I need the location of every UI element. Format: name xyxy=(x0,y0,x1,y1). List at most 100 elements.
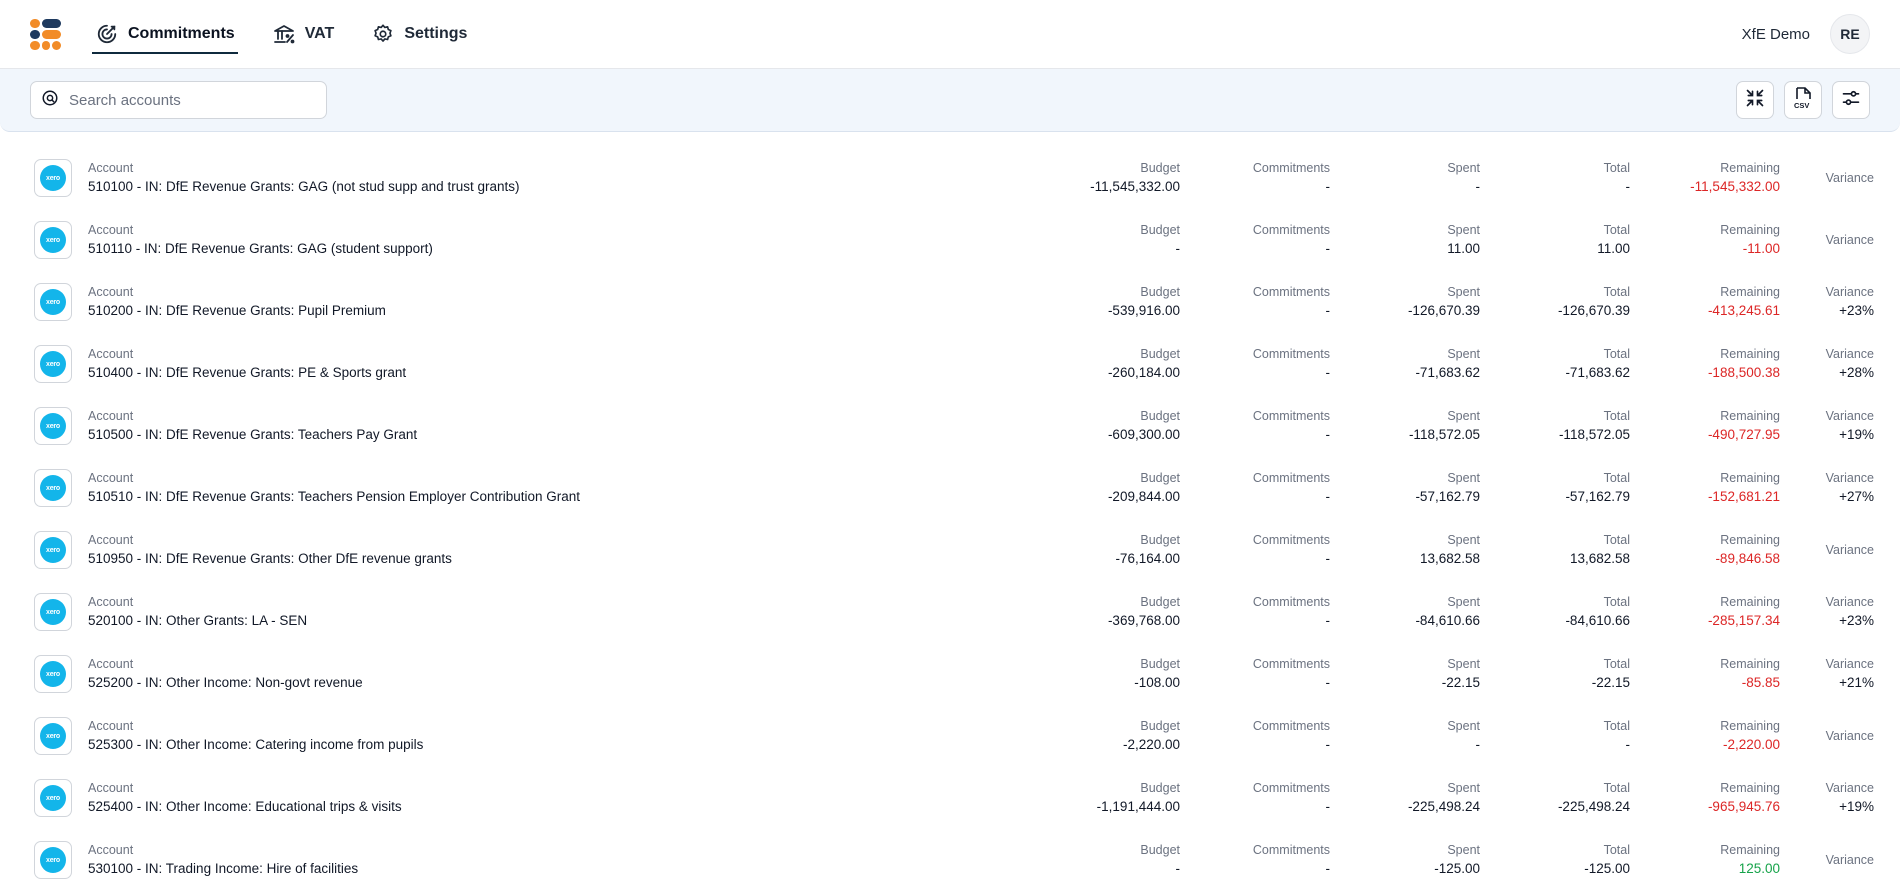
account-label: Account xyxy=(88,347,134,361)
csv-export-button[interactable]: CSV xyxy=(1784,81,1822,119)
account-row[interactable]: xero Account 510100 - IN: DfE Revenue Gran… xyxy=(0,147,1900,209)
total-cell: Total 13,682.58 xyxy=(1570,532,1630,568)
collapse-button[interactable] xyxy=(1736,81,1774,119)
commitments-label: Commitments xyxy=(1252,409,1330,423)
spent-value: -84,610.66 xyxy=(1415,613,1480,628)
account-label: Account xyxy=(88,161,134,175)
remaining-value: -188,500.38 xyxy=(1707,365,1780,380)
search-box[interactable] xyxy=(30,81,327,119)
account-label: Account xyxy=(88,409,134,423)
account-name[interactable]: 530100 - IN: Trading Income: Hire of fac… xyxy=(88,859,988,878)
account-name[interactable]: 510100 - IN: DfE Revenue Grants: GAG (no… xyxy=(88,177,988,196)
variance-cell: Variance +23% xyxy=(1826,594,1874,630)
account-row[interactable]: xero Account 525300 - IN: Other Income: Ca… xyxy=(0,705,1900,767)
spent-label: Spent xyxy=(1447,595,1480,609)
total-value: -118,572.05 xyxy=(1558,427,1630,442)
commitments-value: - xyxy=(1325,179,1331,194)
budget-label: Budget xyxy=(1140,471,1180,485)
app-logo[interactable] xyxy=(30,18,61,50)
commitments-cell: Commitments - xyxy=(1253,346,1330,382)
spent-value: - xyxy=(1475,179,1481,194)
account-row[interactable]: xero Account 525200 - IN: Other Income: No… xyxy=(0,643,1900,705)
budget-cell: Budget -539,916.00 xyxy=(1108,284,1180,320)
account-cell: Account 510110 - IN: DfE Revenue Grants: … xyxy=(88,222,988,258)
filter-settings-button[interactable] xyxy=(1832,81,1870,119)
spent-label: Spent xyxy=(1447,347,1480,361)
budget-cell: Budget -369,768.00 xyxy=(1108,594,1180,630)
account-row[interactable]: xero Account 510500 - IN: DfE Revenue Gran… xyxy=(0,395,1900,457)
commitments-label: Commitments xyxy=(1252,347,1330,361)
remaining-label: Remaining xyxy=(1720,533,1780,547)
xero-logo-icon: xero xyxy=(34,345,72,383)
account-row[interactable]: xero Account 525400 - IN: Other Income: Ed… xyxy=(0,767,1900,829)
xero-logo-icon: xero xyxy=(34,283,72,321)
search-input[interactable] xyxy=(69,91,316,109)
total-cell: Total -126,670.39 xyxy=(1558,284,1630,320)
total-value: -57,162.79 xyxy=(1565,489,1630,504)
account-label: Account xyxy=(88,781,134,795)
total-cell: Total - xyxy=(1604,718,1630,754)
search-icon xyxy=(41,89,59,112)
account-row[interactable]: xero Account 530100 - IN: Trading Income: … xyxy=(0,829,1900,885)
account-name[interactable]: 510110 - IN: DfE Revenue Grants: GAG (st… xyxy=(88,239,988,258)
spent-cell: Spent -84,610.66 xyxy=(1415,594,1480,630)
account-row[interactable]: xero Account 510510 - IN: DfE Revenue Gran… xyxy=(0,457,1900,519)
commitments-value: - xyxy=(1325,799,1331,814)
spent-cell: Spent - xyxy=(1447,160,1480,196)
commitments-cell: Commitments - xyxy=(1253,780,1330,816)
variance-label: Variance xyxy=(1825,471,1874,485)
variance-cell: Variance +23% xyxy=(1826,284,1874,320)
account-label: Account xyxy=(88,533,134,547)
account-name[interactable]: 510400 - IN: DfE Revenue Grants: PE & Sp… xyxy=(88,363,988,382)
nav-settings[interactable]: Settings xyxy=(368,0,470,68)
variance-cell: Variance xyxy=(1826,233,1874,247)
account-cell: Account 525200 - IN: Other Income: Non-go… xyxy=(88,656,988,692)
account-name[interactable]: 525300 - IN: Other Income: Catering inco… xyxy=(88,735,988,754)
account-list: xero Account 510100 - IN: DfE Revenue Gran… xyxy=(0,132,1900,885)
account-label: Account xyxy=(88,843,134,857)
commitments-value: - xyxy=(1325,737,1331,752)
account-row[interactable]: xero Account 510200 - IN: DfE Revenue Gran… xyxy=(0,271,1900,333)
remaining-label: Remaining xyxy=(1720,595,1780,609)
xero-badge: xero xyxy=(40,785,66,811)
account-name[interactable]: 520100 - IN: Other Grants: LA - SEN xyxy=(88,611,988,630)
budget-cell: Budget -1,191,444.00 xyxy=(1097,780,1180,816)
toolbar: CSV xyxy=(0,69,1900,132)
variance-label: Variance xyxy=(1825,409,1874,423)
org-name[interactable]: XfE Demo xyxy=(1742,26,1810,43)
account-name[interactable]: 510950 - IN: DfE Revenue Grants: Other D… xyxy=(88,549,988,568)
commitments-cell: Commitments - xyxy=(1253,222,1330,258)
spent-value: -22.15 xyxy=(1441,675,1480,690)
total-value: - xyxy=(1625,737,1631,752)
variance-label: Variance xyxy=(1825,347,1874,361)
account-row[interactable]: xero Account 510950 - IN: DfE Revenue Gran… xyxy=(0,519,1900,581)
account-name[interactable]: 525400 - IN: Other Income: Educational t… xyxy=(88,797,988,816)
remaining-cell: Remaining -11,545,332.00 xyxy=(1690,160,1780,196)
remaining-value: -85.85 xyxy=(1741,675,1780,690)
account-name[interactable]: 510500 - IN: DfE Revenue Grants: Teacher… xyxy=(88,425,988,444)
total-value: -126,670.39 xyxy=(1557,303,1630,318)
variance-cell: Variance xyxy=(1826,543,1874,557)
account-row[interactable]: xero Account 510110 - IN: DfE Revenue Gran… xyxy=(0,209,1900,271)
budget-label: Budget xyxy=(1140,161,1180,175)
commitments-cell: Commitments - xyxy=(1253,470,1330,506)
remaining-label: Remaining xyxy=(1720,843,1780,857)
nav-settings-label: Settings xyxy=(404,25,468,42)
nav-commitments[interactable]: Commitments xyxy=(92,0,238,68)
account-row[interactable]: xero Account 510400 - IN: DfE Revenue Gran… xyxy=(0,333,1900,395)
total-cell: Total -84,610.66 xyxy=(1565,594,1630,630)
account-row[interactable]: xero Account 520100 - IN: Other Grants: LA… xyxy=(0,581,1900,643)
nav-vat[interactable]: VAT xyxy=(269,0,338,68)
commitments-label: Commitments xyxy=(1252,533,1330,547)
budget-cell: Budget -209,844.00 xyxy=(1108,470,1180,506)
budget-value: -539,916.00 xyxy=(1107,303,1180,318)
collapse-icon xyxy=(1745,88,1765,113)
account-name[interactable]: 525200 - IN: Other Income: Non-govt reve… xyxy=(88,673,988,692)
avatar[interactable]: RE xyxy=(1830,14,1870,54)
variance-cell: Variance +27% xyxy=(1826,470,1874,506)
variance-cell: Variance xyxy=(1826,853,1874,867)
account-name[interactable]: 510200 - IN: DfE Revenue Grants: Pupil P… xyxy=(88,301,988,320)
account-name[interactable]: 510510 - IN: DfE Revenue Grants: Teacher… xyxy=(88,487,988,506)
total-value: -71,683.62 xyxy=(1565,365,1630,380)
budget-label: Budget xyxy=(1140,843,1180,857)
